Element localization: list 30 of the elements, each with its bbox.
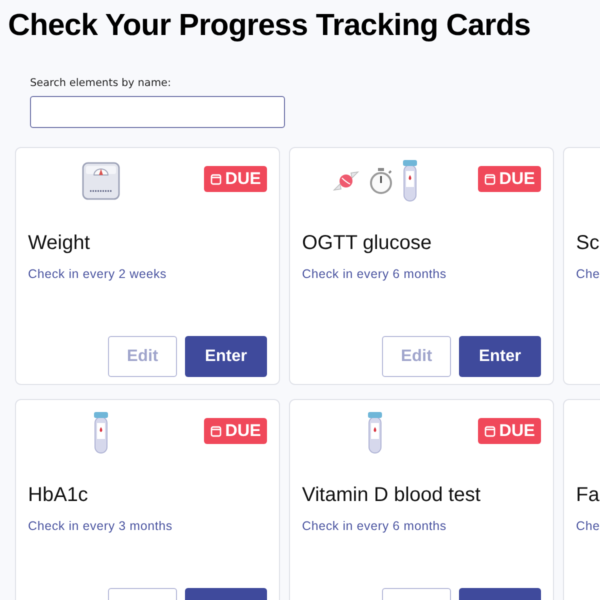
badge-label: DUE bbox=[499, 169, 535, 189]
badge-label: DUE bbox=[225, 421, 261, 441]
test-tube-icon bbox=[402, 159, 418, 203]
card-subtitle: Check in every 6 months bbox=[302, 519, 448, 533]
calendar-icon bbox=[210, 425, 222, 437]
enter-button[interactable]: Enter bbox=[185, 336, 267, 377]
search-field[interactable] bbox=[30, 96, 285, 128]
card-title: HbA1c bbox=[28, 484, 90, 507]
calendar-icon bbox=[210, 173, 222, 185]
test-tube-icon bbox=[92, 411, 108, 455]
stopwatch-icon bbox=[368, 167, 394, 195]
badge-label: DUE bbox=[499, 421, 535, 441]
enter-button[interactable]: Enter bbox=[459, 336, 541, 377]
scale-icon bbox=[80, 161, 120, 201]
card-subtitle: Che bbox=[576, 267, 600, 281]
page-title: Check Your Progress Tracking Cards bbox=[7, 7, 532, 43]
card-title: Vitamin D blood test bbox=[302, 484, 482, 507]
test-tube-icon bbox=[366, 411, 382, 455]
card-title: Sc bbox=[576, 232, 600, 255]
card-title: OGTT glucose bbox=[302, 232, 433, 255]
card-subtitle: Check in every 3 months bbox=[28, 519, 174, 533]
card-subtitle: Che bbox=[576, 519, 600, 533]
card-title: Weight bbox=[28, 232, 91, 255]
calendar-icon bbox=[484, 425, 496, 437]
badge-label: DUE bbox=[225, 169, 261, 189]
card-title: Fa bbox=[576, 484, 600, 507]
card-subtitle: Check in every 2 weeks bbox=[28, 267, 168, 281]
calendar-icon bbox=[484, 173, 496, 185]
card-subtitle: Check in every 6 months bbox=[302, 267, 448, 281]
search-label: Search elements by name: bbox=[30, 77, 172, 89]
